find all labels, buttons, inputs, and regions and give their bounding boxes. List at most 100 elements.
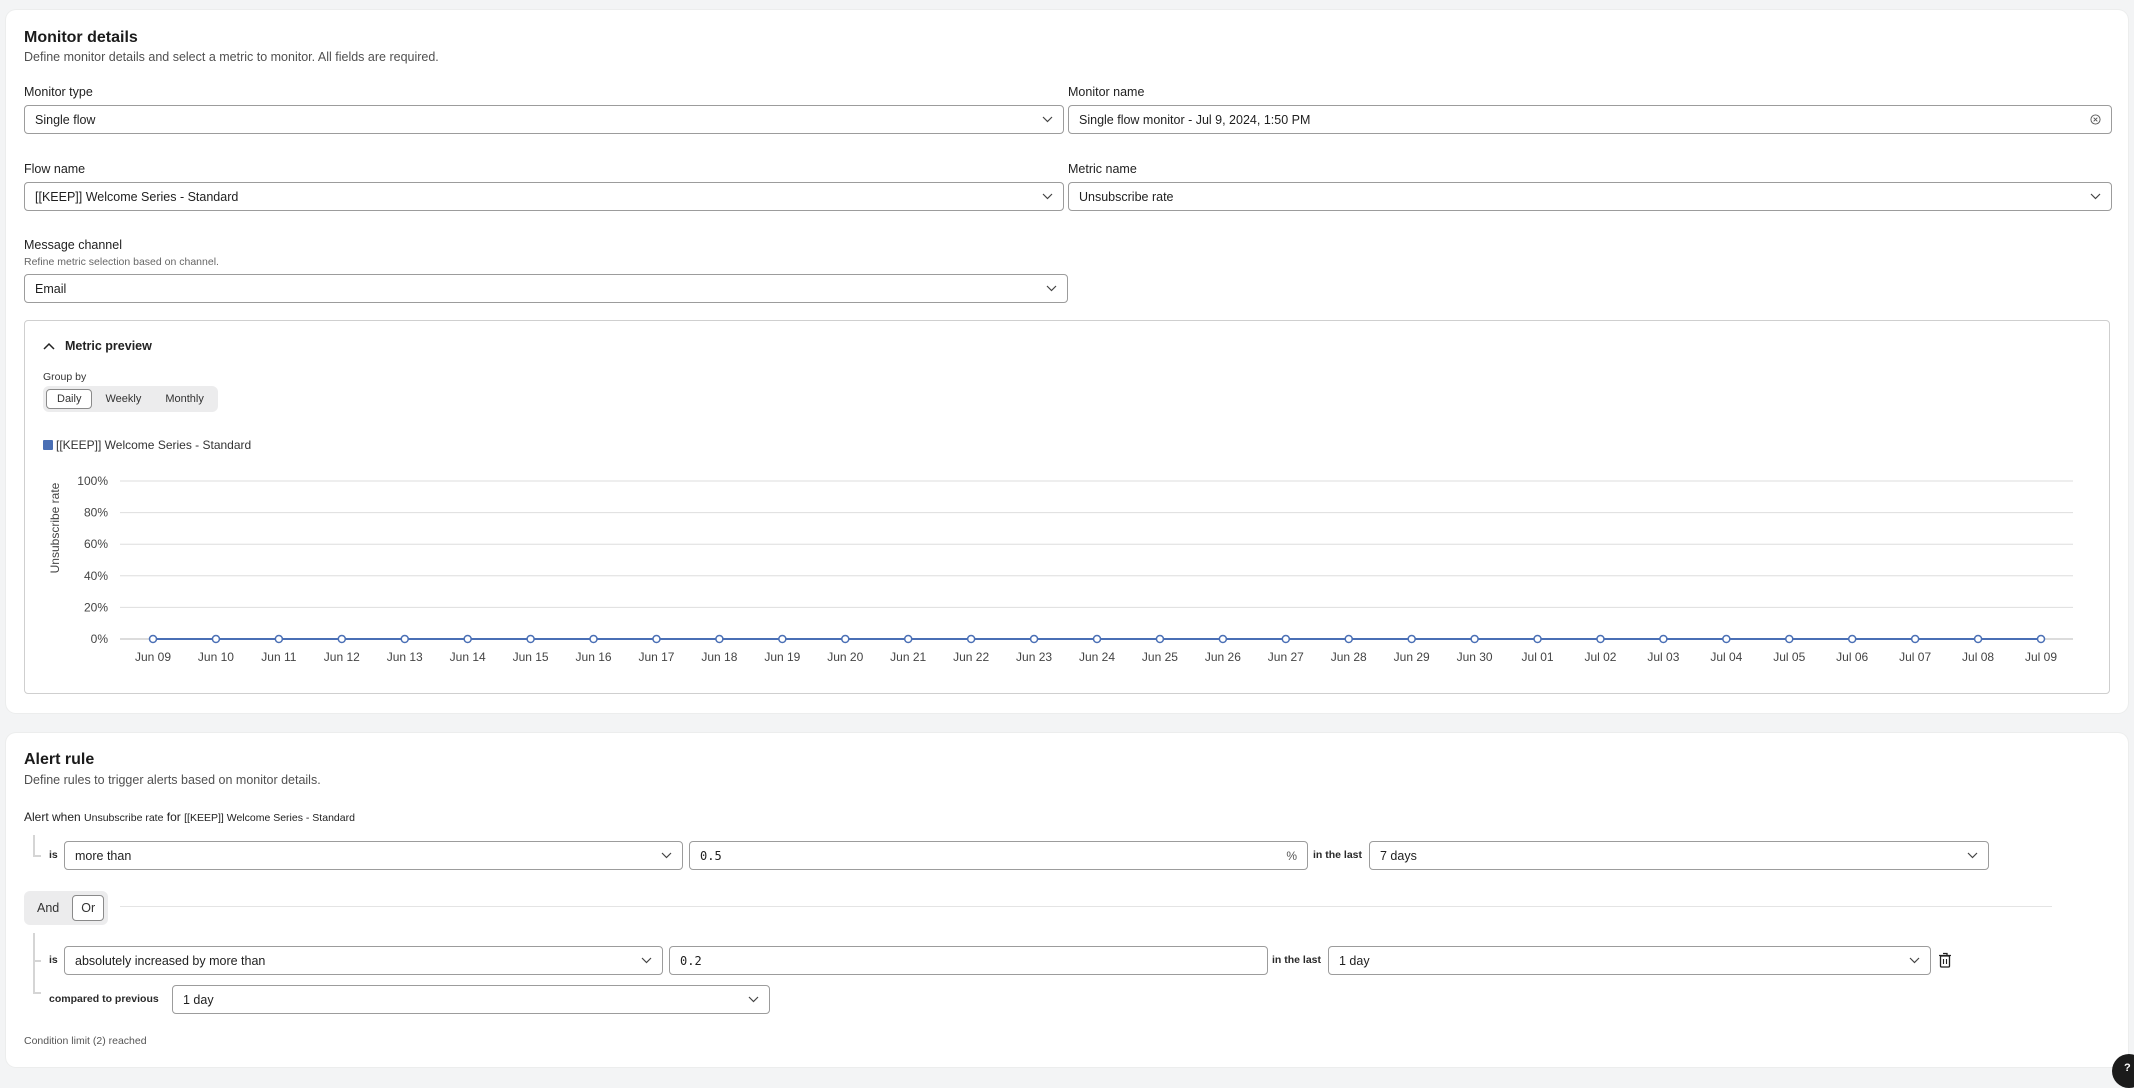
metric-name-value: Unsubscribe rate: [1079, 189, 1174, 204]
alert-sentence-prefix: Alert when: [24, 810, 81, 824]
tree-connector: [33, 835, 35, 857]
unsubscribe-rate-chart: 0% 20% 40% 60% 80% 100% Jun 09 Jun 10 Jun 11 Jun…: [48, 474, 2073, 664]
logic-operator-toggle: And Or: [24, 891, 109, 925]
x-tick-label: Jun 27: [1268, 650, 1304, 664]
data-point: [400, 634, 409, 644]
data-point: [903, 634, 913, 644]
x-tick-label: Jun 15: [513, 650, 549, 664]
data-point: [1407, 634, 1416, 644]
chart-legend: [[KEEP]] Welcome Series - Standard: [43, 438, 251, 452]
x-tick-label: Jul 03: [1647, 650, 1679, 664]
data-point: [1847, 634, 1857, 644]
help-button[interactable]: ?: [2112, 1054, 2134, 1088]
x-tick-label: Jul 05: [1773, 650, 1805, 664]
compared-period-select[interactable]: 1 day: [172, 985, 770, 1014]
condition2-period-value: 1 day: [1339, 953, 1370, 968]
monitor-name-value: Single flow monitor - Jul 9, 2024, 1:50 …: [1079, 112, 1311, 127]
data-point: [652, 634, 661, 644]
clear-icon[interactable]: [2089, 114, 2101, 126]
legend-label[interactable]: [[KEEP]] Welcome Series - Standard: [56, 438, 251, 452]
x-tick-label: Jun 30: [1457, 650, 1493, 664]
x-tick-label: Jun 09: [135, 650, 171, 664]
data-point: [1910, 634, 1920, 644]
condition1-period-select[interactable]: 7 days: [1369, 841, 1989, 870]
alert-rule-card: Alert rule Define rules to trigger alert…: [6, 733, 2128, 1067]
x-tick-label: Jun 29: [1394, 650, 1430, 664]
monitor-type-select[interactable]: Single flow: [24, 105, 1064, 134]
condition-limit-note: Condition limit (2) reached: [24, 1035, 147, 1047]
chevron-down-icon: [640, 955, 652, 967]
group-by-monthly[interactable]: Monthly: [154, 389, 215, 409]
x-tick-label: Jul 01: [1522, 650, 1554, 664]
chevron-down-icon: [747, 994, 759, 1006]
data-point: [778, 634, 787, 644]
data-point: [2036, 634, 2046, 644]
monitor-name-label: Monitor name: [1068, 85, 1145, 99]
metric-preview-toggle[interactable]: Metric preview: [43, 339, 152, 353]
x-tick-label: Jun 23: [1016, 650, 1052, 664]
tree-connector: [33, 960, 41, 962]
chevron-down-icon: [1045, 283, 1057, 295]
condition1-value: 0.5: [700, 848, 722, 863]
message-channel-select[interactable]: Email: [24, 274, 1068, 303]
data-point: [1596, 634, 1605, 644]
data-point: [589, 634, 598, 644]
trash-icon: [1939, 952, 1951, 968]
logic-or[interactable]: Or: [72, 895, 105, 921]
tree-connector: [33, 992, 41, 994]
section-subtitle: Define rules to trigger alerts based on …: [24, 773, 321, 787]
condition2-value: 0.2: [680, 953, 702, 968]
x-tick-label: Jun 25: [1142, 650, 1178, 664]
flow-name-label: Flow name: [24, 162, 86, 176]
x-tick-label: Jul 07: [1899, 650, 1931, 664]
chevron-down-icon: [1908, 955, 1920, 967]
group-by-label: Group by: [43, 371, 87, 383]
section-subtitle: Define monitor details and select a metr…: [24, 50, 439, 64]
alert-sentence: Alert when Unsubscribe rate for [[KEEP]]…: [24, 810, 355, 824]
compared-to-previous-label: compared to previous: [49, 993, 159, 1005]
data-point: [715, 634, 724, 644]
condition2-in-the-last-label: in the last: [1272, 954, 1322, 966]
chevron-down-icon: [1041, 191, 1053, 203]
condition1-operator-value: more than: [75, 848, 132, 863]
logic-and[interactable]: And: [28, 895, 68, 921]
x-tick-label: Jun 18: [701, 650, 737, 664]
monitor-name-input[interactable]: Single flow monitor - Jul 9, 2024, 1:50 …: [1068, 105, 2112, 134]
alert-sentence-metric: Unsubscribe rate: [84, 812, 164, 824]
data-point: [1785, 634, 1794, 644]
x-tick-label: Jun 13: [387, 650, 423, 664]
metric-name-select[interactable]: Unsubscribe rate: [1068, 182, 2112, 211]
monitor-type-value: Single flow: [35, 112, 96, 127]
data-point: [1973, 634, 1983, 644]
data-point: [1155, 634, 1165, 644]
data-point: [211, 634, 221, 644]
message-channel-hint: Refine metric selection based on channel…: [24, 256, 219, 268]
data-point: [1722, 634, 1731, 644]
condition2-operator-select[interactable]: absolutely increased by more than: [64, 946, 663, 975]
y-tick-label: 80%: [84, 506, 108, 520]
y-axis-label: Unsubscribe rate: [48, 482, 62, 573]
x-tick-label: Jun 11: [261, 650, 296, 664]
group-by-weekly[interactable]: Weekly: [94, 389, 152, 409]
group-by-daily[interactable]: Daily: [46, 389, 93, 409]
chevron-up-icon: [43, 342, 55, 350]
compared-period-value: 1 day: [183, 992, 214, 1007]
data-point: [1344, 634, 1353, 644]
flow-name-select[interactable]: [[KEEP]] Welcome Series - Standard: [24, 182, 1064, 211]
data-point: [1659, 634, 1668, 644]
delete-condition-button[interactable]: [1938, 952, 1952, 973]
x-tick-label: Jun 16: [576, 650, 612, 664]
x-tick-label: Jun 17: [638, 650, 674, 664]
data-point: [148, 634, 158, 644]
condition2-is-label: is: [49, 954, 58, 966]
condition1-value-input[interactable]: 0.5 %: [689, 841, 1308, 870]
data-point: [526, 634, 535, 644]
condition1-operator-select[interactable]: more than: [64, 841, 683, 870]
condition2-period-select[interactable]: 1 day: [1328, 946, 1931, 975]
section-title: Alert rule: [24, 751, 95, 768]
message-channel-value: Email: [35, 281, 67, 296]
condition1-period-value: 7 days: [1380, 848, 1417, 863]
data-point: [966, 634, 976, 644]
condition2-value-input[interactable]: 0.2: [669, 946, 1268, 975]
chevron-down-icon: [1966, 850, 1978, 862]
